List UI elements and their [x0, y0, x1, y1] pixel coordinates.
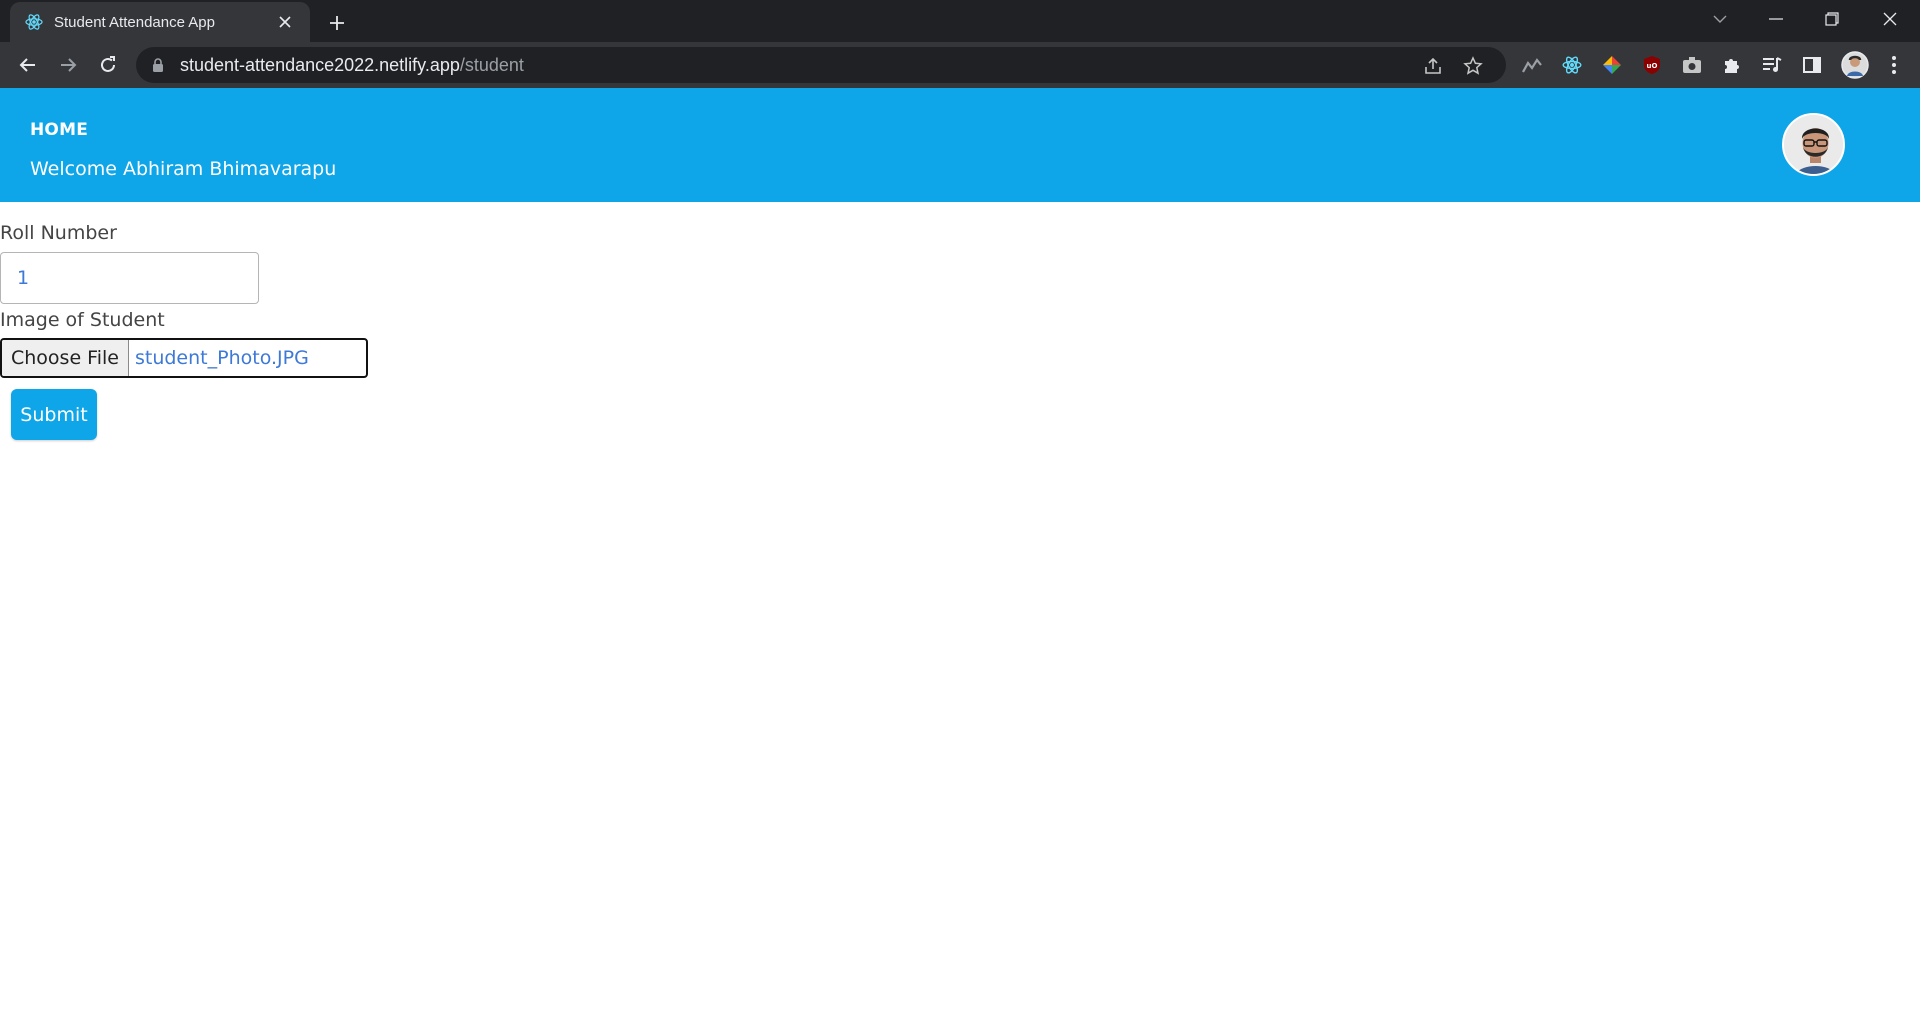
new-tab-button[interactable] — [322, 8, 352, 38]
url-path: /student — [459, 54, 524, 75]
star-icon[interactable] — [1462, 55, 1484, 77]
file-input[interactable]: Choose File student_Photo.JPG — [0, 338, 368, 378]
reload-icon[interactable] — [92, 49, 124, 81]
close-icon[interactable] — [274, 11, 296, 33]
choose-file-button[interactable]: Choose File — [2, 340, 129, 376]
avatar[interactable] — [1782, 113, 1845, 176]
tab-title: Student Attendance App — [54, 13, 215, 31]
roll-number-label: Roll Number — [0, 222, 117, 244]
camera-icon[interactable] — [1681, 54, 1703, 76]
submit-button[interactable]: Submit — [11, 389, 97, 440]
kebab-menu-icon[interactable] — [1883, 54, 1905, 76]
roll-number-input[interactable] — [0, 252, 259, 304]
selected-file-name: student_Photo.JPG — [134, 347, 309, 369]
share-icon[interactable] — [1422, 55, 1444, 77]
arrow-right-icon[interactable] — [52, 49, 84, 81]
url-host: student-attendance2022.netlify.app — [180, 54, 460, 75]
restore-icon[interactable] — [1804, 0, 1860, 38]
image-of-student-label: Image of Student — [0, 309, 165, 331]
media-queue-icon[interactable] — [1761, 54, 1783, 76]
chevron-down-icon[interactable] — [1692, 0, 1748, 38]
side-panel-icon[interactable] — [1801, 54, 1823, 76]
profile-avatar-icon[interactable] — [1841, 51, 1869, 79]
window-close-icon[interactable] — [1862, 0, 1918, 38]
browser-toolbar: student-attendance2022.netlify.app/stude… — [0, 42, 1920, 88]
react-atom-icon — [24, 12, 44, 32]
metrics-extension-icon[interactable] — [1521, 54, 1543, 76]
ublock-icon[interactable]: uO — [1641, 54, 1663, 76]
react-devtools-icon[interactable] — [1561, 54, 1583, 76]
browser-titlebar: Student Attendance App — [0, 0, 1920, 42]
welcome-message: Welcome Abhiram Bhimavarapu — [30, 158, 337, 180]
puzzle-icon[interactable] — [1721, 54, 1743, 76]
app-header: HOME Welcome Abhiram Bhimavarapu — [0, 88, 1920, 202]
lock-icon[interactable] — [150, 57, 166, 73]
svg-text:uO: uO — [1647, 62, 1658, 70]
color-picker-icon[interactable] — [1601, 54, 1623, 76]
minimize-icon[interactable] — [1748, 0, 1804, 38]
browser-tab[interactable]: Student Attendance App — [10, 2, 310, 42]
home-link[interactable]: HOME — [30, 120, 88, 140]
address-bar[interactable]: student-attendance2022.netlify.app/stude… — [136, 47, 1506, 83]
arrow-left-icon[interactable] — [12, 49, 44, 81]
